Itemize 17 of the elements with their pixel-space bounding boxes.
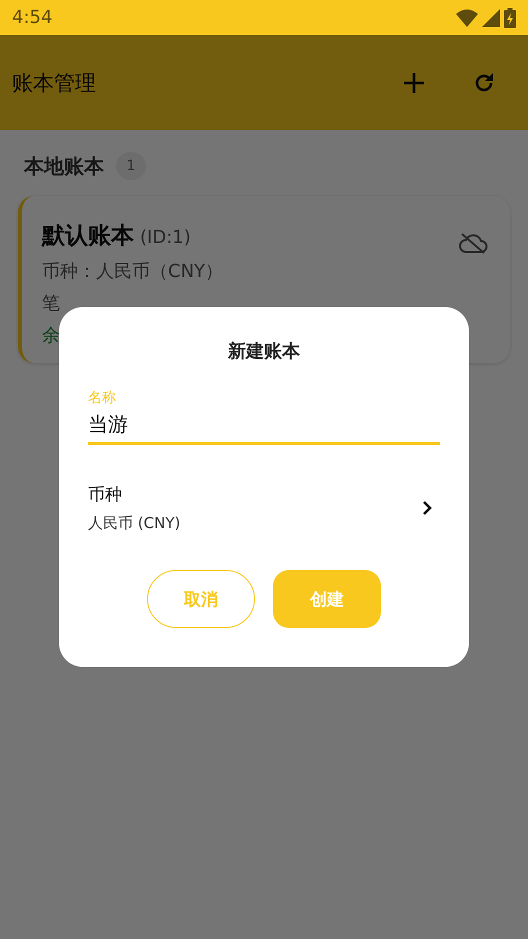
book-name: 默认账本 [42,222,134,251]
status-time: 4:54 [12,7,52,28]
balance-text: 余 [42,325,61,347]
section-title: 本地账本 [24,152,104,180]
info-text: 笔 [42,293,61,315]
signal-icon [482,8,500,26]
add-icon[interactable] [403,72,425,94]
currency-selector[interactable]: 币种 人民币 (CNY) [88,483,440,533]
dialog-title: 新建账本 [226,340,301,363]
book-id: (ID:1) [140,227,191,248]
app-title: 账本管理 [12,70,97,96]
info-text: 币种：人民币（CNY） [42,261,224,283]
battery-icon [504,8,516,28]
wifi-icon [456,8,478,26]
name-field[interactable]: 名称 当游 [88,389,440,445]
chevron-right-icon [422,500,432,516]
count-badge: 1 [116,152,146,180]
